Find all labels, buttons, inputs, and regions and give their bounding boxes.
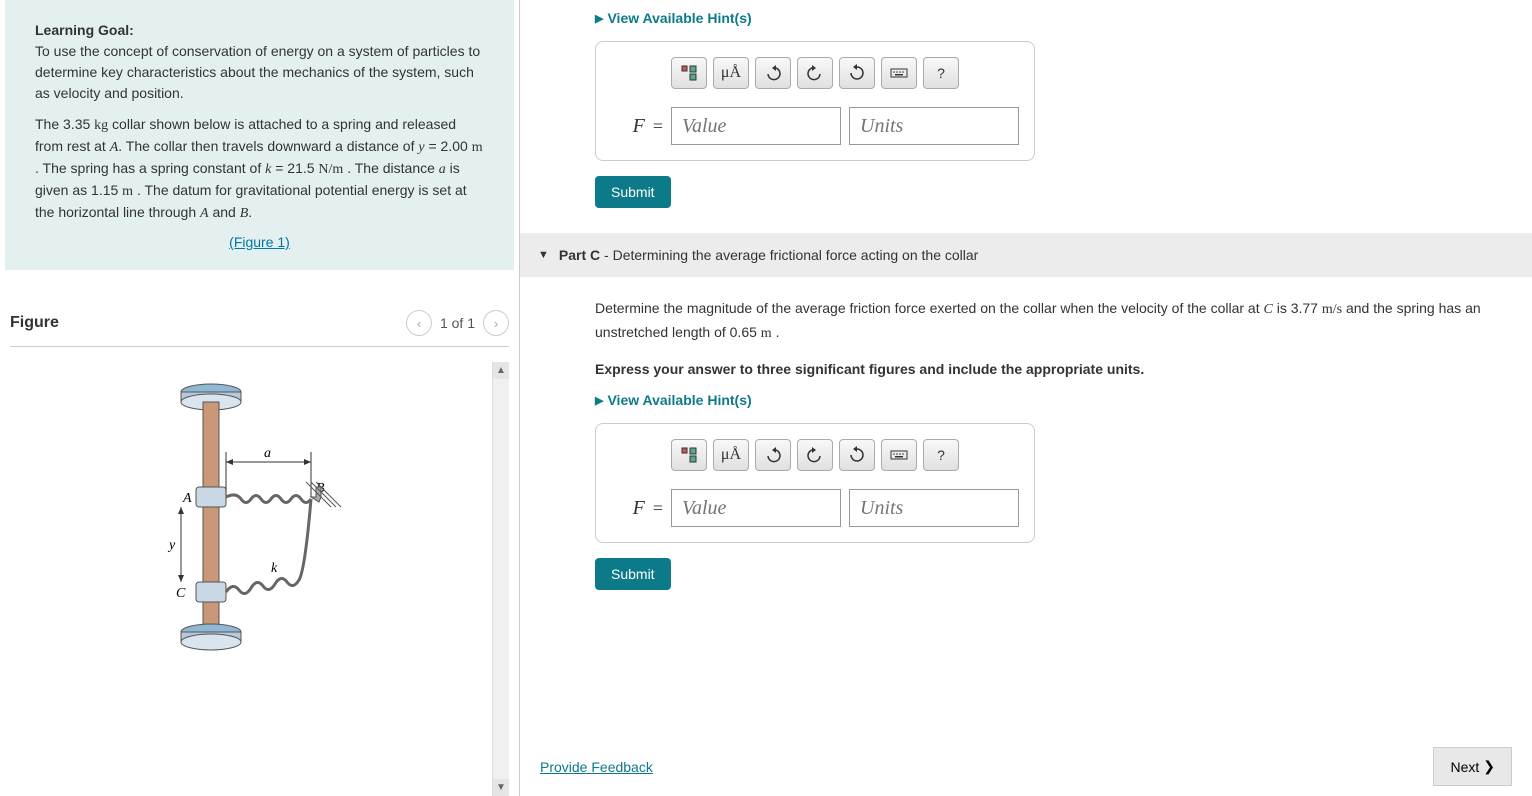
svg-text:A: A: [182, 491, 192, 506]
part-c-answer-area: ▶ View Available Hint(s) μÅ ? F =: [540, 392, 1512, 590]
hints-toggle[interactable]: ▶ View Available Hint(s): [595, 10, 1512, 26]
triangle-right-icon: ▶: [595, 394, 603, 407]
scroll-track[interactable]: [493, 379, 509, 779]
scroll-down-icon[interactable]: ▼: [493, 779, 509, 796]
next-button[interactable]: Next ❯: [1433, 747, 1512, 786]
part-c-question: Determine the magnitude of the average f…: [540, 297, 1512, 346]
undo-button[interactable]: [755, 439, 791, 471]
answer-row-b: F =: [611, 107, 1019, 145]
svg-text:y: y: [167, 538, 176, 553]
chevron-right-icon: ❯: [1483, 758, 1495, 775]
part-b-section: ▶ View Available Hint(s) μÅ ? F =: [540, 10, 1512, 208]
provide-feedback-link[interactable]: Provide Feedback: [540, 759, 653, 775]
figure-header: Figure ‹ 1 of 1 ›: [10, 300, 509, 347]
redo-button[interactable]: [797, 439, 833, 471]
redo-button[interactable]: [797, 57, 833, 89]
answer-variable-label: F: [611, 115, 645, 138]
answer-row-c: F =: [611, 489, 1019, 527]
submit-button-c[interactable]: Submit: [595, 558, 671, 590]
figure-title: Figure: [10, 314, 59, 332]
scroll-up-icon[interactable]: ▲: [493, 362, 509, 379]
keyboard-button[interactable]: [881, 57, 917, 89]
equals-sign: =: [653, 116, 663, 137]
help-button[interactable]: ?: [923, 57, 959, 89]
learning-goal-heading: Learning Goal:: [35, 22, 134, 38]
triangle-down-icon: ▼: [538, 249, 549, 261]
figure-body: a A B C y k: [10, 362, 509, 796]
answer-toolbar-c: μÅ ?: [611, 439, 1019, 471]
figure-image: a A B C y k: [10, 362, 492, 796]
answer-box-c: μÅ ? F =: [595, 423, 1035, 543]
units-tool-button[interactable]: μÅ: [713, 57, 749, 89]
bottom-bar: Provide Feedback Next ❯: [540, 747, 1512, 786]
right-panel: ▶ View Available Hint(s) μÅ ? F =: [520, 0, 1532, 796]
figure-pager: ‹ 1 of 1 ›: [406, 310, 509, 336]
submit-button-b[interactable]: Submit: [595, 176, 671, 208]
answer-box-b: μÅ ? F =: [595, 41, 1035, 161]
value-input-c[interactable]: [671, 489, 841, 527]
units-tool-button[interactable]: μÅ: [713, 439, 749, 471]
figure-section: Figure ‹ 1 of 1 ›: [0, 300, 519, 796]
part-c-instruction: Express your answer to three significant…: [540, 358, 1512, 380]
figure-page-text: 1 of 1: [440, 315, 475, 331]
fraction-tool-button[interactable]: [671, 439, 707, 471]
problem-statement: The 3.35 kg collar shown below is attach…: [35, 114, 484, 224]
svg-text:a: a: [264, 446, 271, 461]
answer-toolbar-b: μÅ ?: [611, 57, 1019, 89]
equals-sign: =: [653, 498, 663, 519]
undo-button[interactable]: [755, 57, 791, 89]
units-input[interactable]: [849, 107, 1019, 145]
part-c-title: Part C - Determining the average frictio…: [559, 247, 978, 263]
keyboard-button[interactable]: [881, 439, 917, 471]
learning-goal-box: Learning Goal: To use the concept of con…: [5, 0, 514, 270]
figure-scrollbar[interactable]: ▲ ▼: [492, 362, 509, 796]
reset-button[interactable]: [839, 439, 875, 471]
figure-next-button[interactable]: ›: [483, 310, 509, 336]
help-button[interactable]: ?: [923, 439, 959, 471]
hints-label: View Available Hint(s): [607, 10, 751, 26]
svg-text:k: k: [271, 561, 278, 576]
hints-toggle-c[interactable]: ▶ View Available Hint(s): [595, 392, 1512, 408]
reset-button[interactable]: [839, 57, 875, 89]
part-c-header[interactable]: ▼ Part C - Determining the average frict…: [520, 233, 1532, 277]
figure-link[interactable]: (Figure 1): [35, 234, 484, 250]
triangle-right-icon: ▶: [595, 12, 603, 25]
left-panel: Learning Goal: To use the concept of con…: [0, 0, 520, 796]
value-input[interactable]: [671, 107, 841, 145]
figure-prev-button[interactable]: ‹: [406, 310, 432, 336]
answer-variable-label: F: [611, 497, 645, 520]
fraction-tool-button[interactable]: [671, 57, 707, 89]
units-input-c[interactable]: [849, 489, 1019, 527]
svg-text:C: C: [176, 586, 186, 601]
learning-goal-text: To use the concept of conservation of en…: [35, 43, 480, 101]
hints-label-c: View Available Hint(s): [607, 392, 751, 408]
